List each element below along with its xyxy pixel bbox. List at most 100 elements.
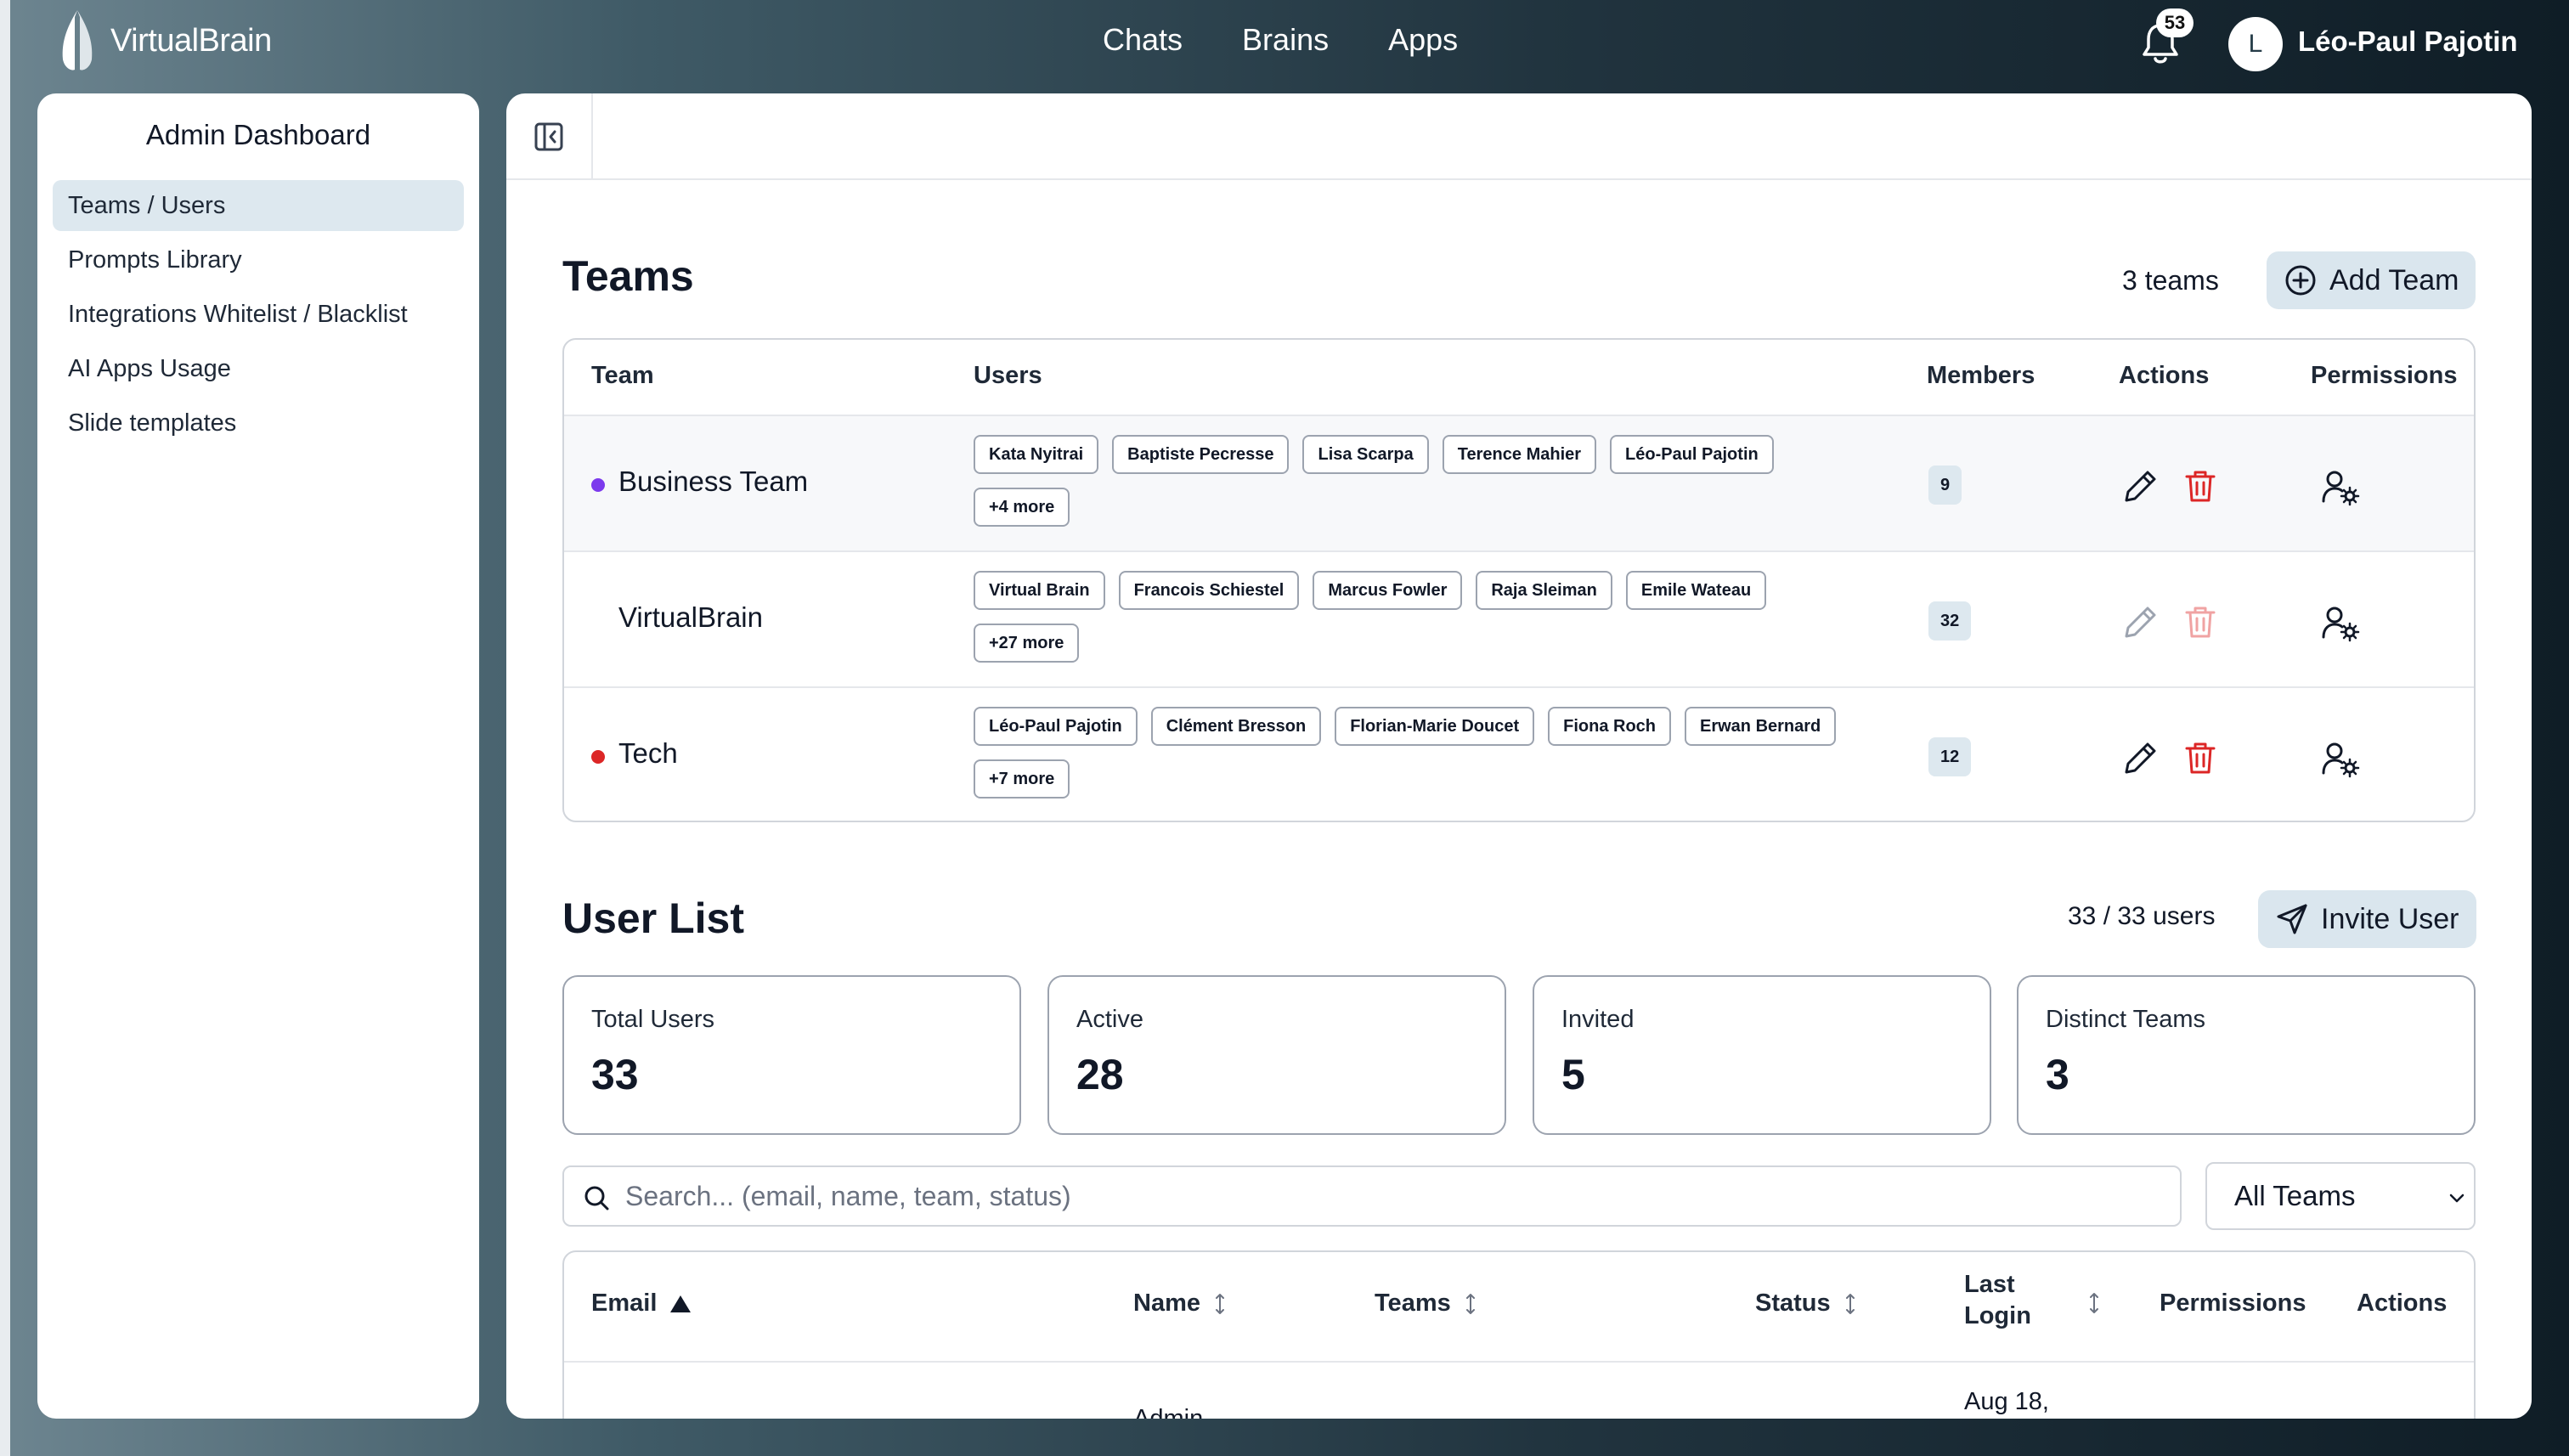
team-users-chips: Léo-Paul Pajotin Clément Bresson Florian-M… bbox=[974, 707, 1908, 812]
invite-user-button[interactable]: Invite User bbox=[2258, 890, 2476, 948]
user-chip: Fiona Roch bbox=[1548, 707, 1671, 746]
nav-chats[interactable]: Chats bbox=[1103, 22, 1183, 58]
sidebar-menu: Teams / Users Prompts Library Integratio… bbox=[53, 180, 464, 452]
user-gear-icon[interactable] bbox=[2321, 467, 2360, 506]
plus-circle-icon bbox=[2285, 265, 2316, 296]
teams-count: 3 teams bbox=[2122, 265, 2219, 296]
stat-label: Total Users bbox=[591, 1006, 715, 1033]
team-color-dot bbox=[591, 750, 605, 764]
brand-name: VirtualBrain bbox=[110, 22, 272, 59]
search-box bbox=[562, 1165, 2182, 1227]
col-name-label: Name bbox=[1133, 1290, 1200, 1317]
stat-label: Distinct Teams bbox=[2046, 1006, 2206, 1033]
stat-value: 5 bbox=[1561, 1051, 1585, 1098]
col-permissions: Permissions bbox=[2311, 362, 2458, 389]
add-team-button[interactable]: Add Team bbox=[2267, 251, 2476, 309]
user-name[interactable]: Léo-Paul Pajotin bbox=[2298, 25, 2518, 58]
main-nav: Chats Brains Apps bbox=[1103, 22, 1458, 58]
col-name[interactable]: Name bbox=[1133, 1290, 1228, 1318]
user-chip: Emile Wateau bbox=[1625, 571, 1767, 610]
sidebar-collapse-icon bbox=[534, 122, 563, 151]
search-icon bbox=[584, 1186, 609, 1211]
col-email[interactable]: Email bbox=[591, 1290, 692, 1318]
user-chip: Léo-Paul Pajotin bbox=[974, 707, 1138, 746]
brand-logo[interactable]: VirtualBrain bbox=[54, 8, 272, 73]
add-team-label: Add Team bbox=[2329, 263, 2459, 296]
table-row[interactable]: Admin Aug 18, bbox=[564, 1363, 2474, 1419]
team-color-dot bbox=[591, 478, 605, 492]
members-count-badge: 32 bbox=[1928, 601, 1972, 641]
user-gear-icon[interactable] bbox=[2321, 603, 2360, 642]
user-chip: Kata Nyitrai bbox=[974, 435, 1099, 474]
sidebar-item-teams-users[interactable]: Teams / Users bbox=[53, 180, 464, 231]
col-teams[interactable]: Teams bbox=[1375, 1290, 1478, 1318]
top-navbar: VirtualBrain Chats Brains Apps 53 L Léo-… bbox=[0, 0, 2569, 88]
stat-value: 3 bbox=[2046, 1051, 2069, 1098]
users-count: 33 / 33 users bbox=[2068, 902, 2216, 930]
last-login-cell: Aug 18, bbox=[1964, 1388, 2049, 1415]
users-table-header: Email Name Teams Status Last Login Permi… bbox=[564, 1252, 2474, 1363]
invite-user-label: Invite User bbox=[2321, 902, 2459, 935]
trash-icon[interactable] bbox=[2182, 739, 2219, 776]
user-chip: Baptiste Pecresse bbox=[1112, 435, 1290, 474]
team-name: Tech bbox=[618, 737, 678, 769]
members-count-badge: 9 bbox=[1928, 466, 1962, 505]
trash-icon[interactable] bbox=[2182, 467, 2219, 505]
col-teams-label: Teams bbox=[1375, 1290, 1451, 1317]
avatar[interactable]: L bbox=[2228, 17, 2283, 71]
sort-icon bbox=[1216, 1293, 1224, 1314]
pencil-icon[interactable] bbox=[2122, 467, 2160, 505]
sidebar-item-prompts-library[interactable]: Prompts Library bbox=[53, 234, 464, 285]
user-chip: Marcus Fowler bbox=[1313, 571, 1463, 610]
team-row[interactable]: VirtualBrain Virtual Brain Francois Schie… bbox=[564, 552, 2474, 688]
user-chip: Virtual Brain bbox=[974, 571, 1105, 610]
admin-sidebar: Admin Dashboard Teams / Users Prompts Li… bbox=[37, 93, 479, 1419]
team-name: VirtualBrain bbox=[618, 601, 763, 633]
col-status-label: Status bbox=[1755, 1290, 1831, 1317]
nav-brains[interactable]: Brains bbox=[1242, 22, 1329, 58]
sidebar-item-slide-templates[interactable]: Slide templates bbox=[53, 398, 464, 449]
user-chip: Terence Mahier bbox=[1442, 435, 1597, 474]
user-gear-icon[interactable] bbox=[2321, 739, 2360, 778]
col-team: Team bbox=[591, 362, 654, 389]
teams-table-header: Team Users Members Actions Permissions bbox=[564, 340, 2474, 416]
user-name-cell: Admin bbox=[1133, 1405, 1204, 1419]
sidebar-item-integrations[interactable]: Integrations Whitelist / Blacklist bbox=[53, 289, 464, 340]
main-panel: Teams 3 teams Add Team Team Users Member… bbox=[506, 93, 2532, 1419]
team-name: Business Team bbox=[618, 466, 809, 497]
col-status[interactable]: Status bbox=[1755, 1290, 1858, 1318]
sidebar-toggle-button[interactable] bbox=[506, 93, 593, 180]
search-input[interactable] bbox=[625, 1174, 2154, 1218]
col-members: Members bbox=[1927, 362, 2035, 389]
stat-card-active: Active 28 bbox=[1047, 975, 1506, 1135]
pencil-icon[interactable] bbox=[2122, 739, 2160, 776]
trash-icon bbox=[2185, 607, 2216, 638]
teams-table: Team Users Members Actions Permissions B… bbox=[562, 338, 2476, 822]
user-chip: Lisa Scarpa bbox=[1302, 435, 1429, 474]
more-users-chip[interactable]: +7 more bbox=[974, 759, 1070, 799]
stat-card-distinct-teams: Distinct Teams 3 bbox=[2017, 975, 2476, 1135]
sidebar-item-ai-apps-usage[interactable]: AI Apps Usage bbox=[53, 343, 464, 394]
col-last-login-line2: Login bbox=[1964, 1302, 2031, 1329]
col-last-login[interactable]: Last Login bbox=[1964, 1271, 2031, 1330]
user-chip: Florian-Marie Doucet bbox=[1335, 707, 1535, 746]
team-users-chips: Virtual Brain Francois Schiestel Marcus Fo… bbox=[974, 571, 1908, 676]
members-count-badge: 12 bbox=[1928, 737, 1972, 776]
sort-icon[interactable] bbox=[2086, 1291, 2102, 1315]
user-list-title: User List bbox=[562, 894, 744, 942]
team-users-chips: Kata Nyitrai Baptiste Pecresse Lisa Scarpa… bbox=[974, 435, 1908, 540]
notification-badge: 53 bbox=[2156, 8, 2194, 37]
sidebar-title: Admin Dashboard bbox=[145, 119, 371, 150]
team-filter-select[interactable]: All Teams bbox=[2205, 1162, 2476, 1230]
col-email-label: Email bbox=[591, 1290, 658, 1317]
more-users-chip[interactable]: +27 more bbox=[974, 624, 1080, 663]
team-row[interactable]: Tech Léo-Paul Pajotin Clément Bresson Flor… bbox=[564, 688, 2474, 821]
user-chip: Léo-Paul Pajotin bbox=[1610, 435, 1774, 474]
more-users-chip[interactable]: +4 more bbox=[974, 488, 1070, 527]
user-chip: Francois Schiestel bbox=[1118, 571, 1300, 610]
sort-icon bbox=[1465, 1293, 1475, 1314]
col-permissions: Permissions bbox=[2160, 1290, 2306, 1317]
team-row[interactable]: Business Team Kata Nyitrai Baptiste Pecre… bbox=[564, 416, 2474, 552]
nav-apps[interactable]: Apps bbox=[1388, 22, 1458, 58]
stat-card-total-users: Total Users 33 bbox=[562, 975, 1021, 1135]
